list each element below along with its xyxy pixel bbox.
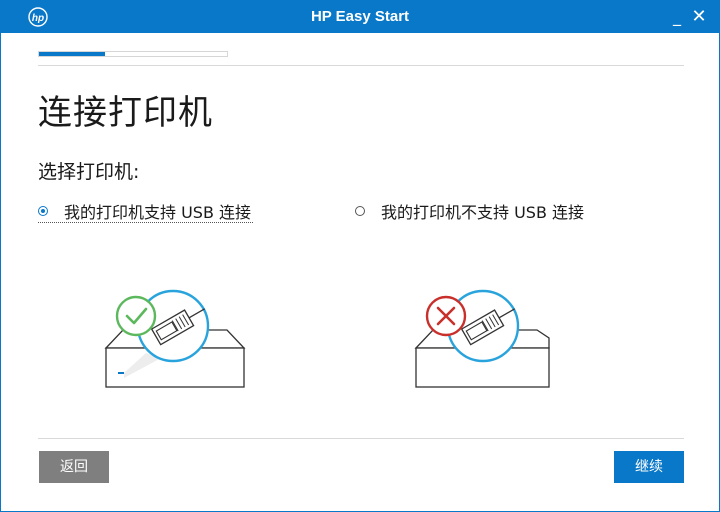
progress-fill xyxy=(39,52,105,56)
divider xyxy=(38,65,684,66)
option-label: 我的打印机不支持 USB 连接 xyxy=(381,203,585,222)
continue-button[interactable]: 继续 xyxy=(614,451,684,483)
usb-not-supported-option[interactable]: 我的打印机不支持 USB 连接 xyxy=(355,200,584,222)
page-title: 连接打印机 xyxy=(38,93,213,133)
radio-unselected-icon[interactable] xyxy=(355,206,365,216)
close-button[interactable]: ✕ xyxy=(689,6,709,28)
title-bar: hp HP Easy Start _ ✕ xyxy=(1,1,719,33)
back-button[interactable]: 返回 xyxy=(39,451,109,483)
window-title: HP Easy Start xyxy=(310,8,410,25)
app-window: hp HP Easy Start _ ✕ 连接打印机 选择打印机: 我的打印机支… xyxy=(0,0,720,512)
radio-selected-icon[interactable] xyxy=(38,206,48,216)
red-cross-icon xyxy=(425,295,467,337)
printer-usb-not-supported-illustration xyxy=(414,289,550,388)
section-label: 选择打印机: xyxy=(38,161,140,183)
minimize-button[interactable]: _ xyxy=(667,6,687,28)
option-label: 我的打印机支持 USB 连接 xyxy=(64,203,252,222)
usb-supported-option[interactable]: 我的打印机支持 USB 连接 xyxy=(38,200,254,223)
green-check-icon xyxy=(115,295,157,337)
divider xyxy=(38,438,684,439)
printer-usb-supported-illustration xyxy=(104,289,246,388)
progress-bar xyxy=(38,51,228,57)
